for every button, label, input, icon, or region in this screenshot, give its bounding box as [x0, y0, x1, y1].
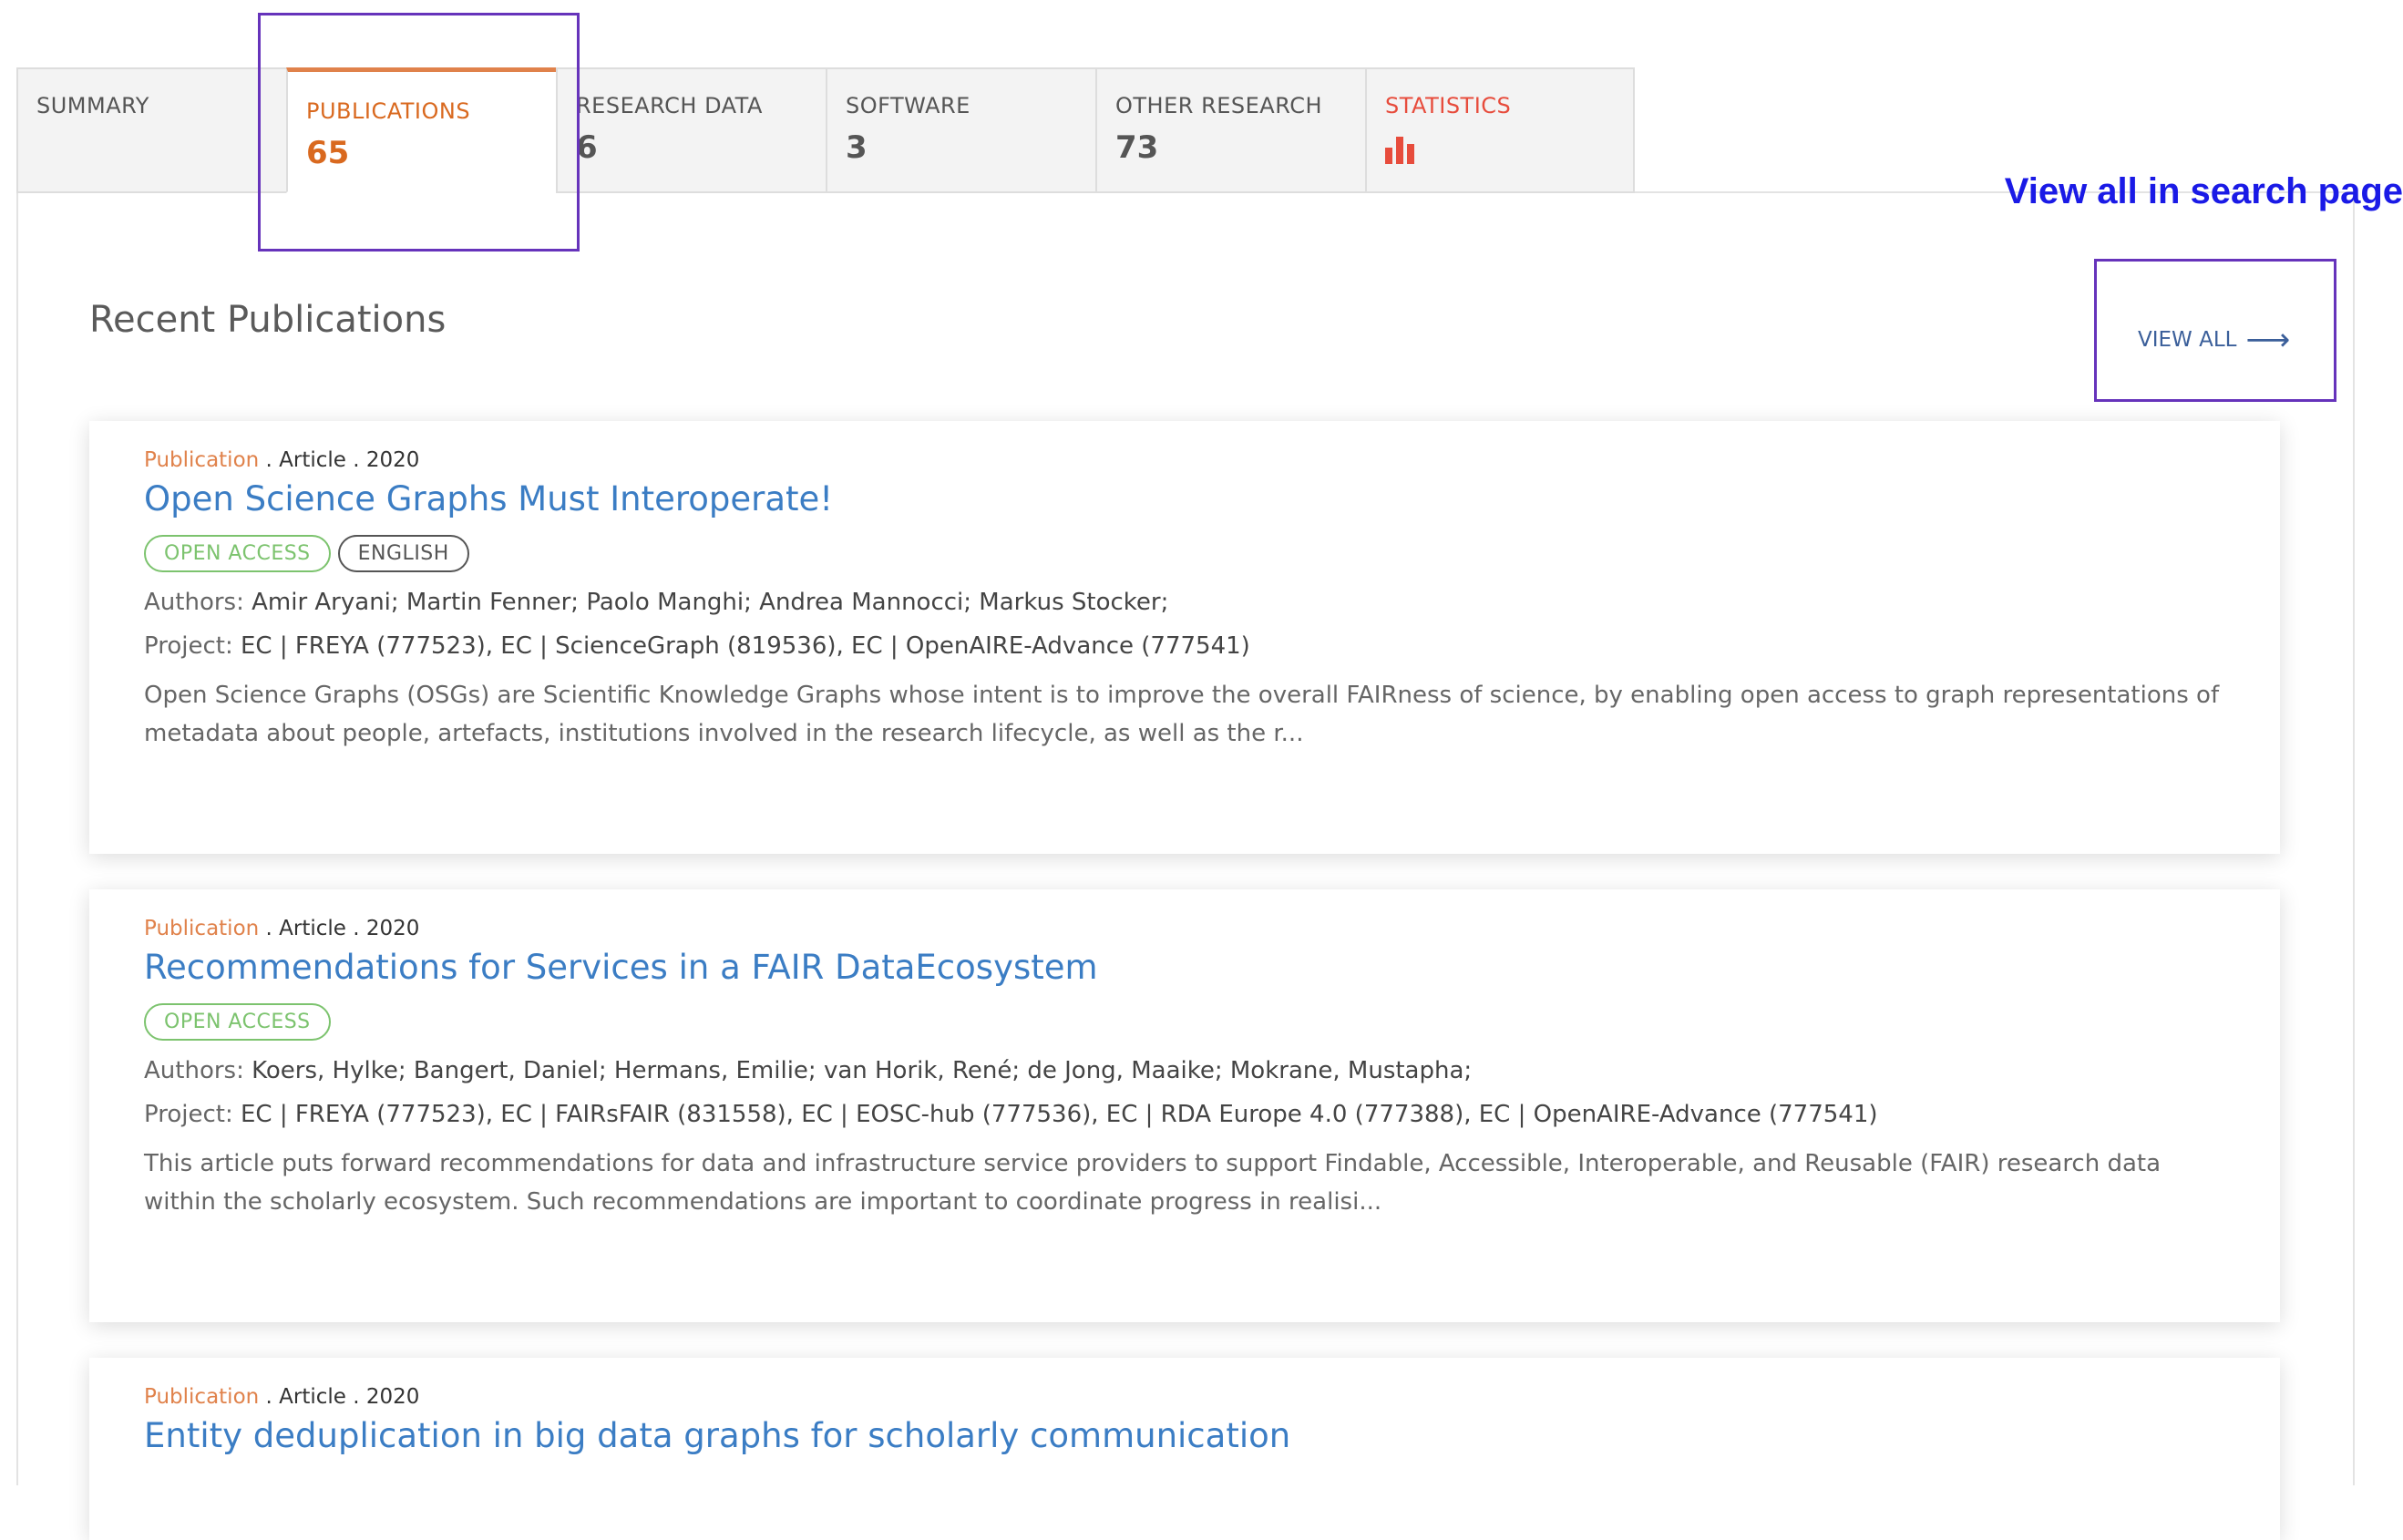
badges: OPEN ACCESS: [144, 1003, 2225, 1041]
tab-research-data[interactable]: RESEARCH DATA 6: [556, 67, 826, 193]
project-label: Project:: [144, 1101, 233, 1128]
open-access-badge: OPEN ACCESS: [144, 535, 331, 572]
project-value: EC | FREYA (777523), EC | ScienceGraph (…: [240, 632, 1250, 660]
result-meta: Publication . Article . 2020: [144, 1385, 2225, 1409]
publications-tab-highlight: [258, 13, 580, 252]
publication-title[interactable]: Open Science Graphs Must Interoperate!: [144, 479, 2225, 518]
section-title: Recent Publications: [89, 299, 447, 342]
arrow-right-icon: ⟶: [2245, 322, 2291, 358]
tab-count: 73: [1115, 129, 1159, 166]
authors-line: Authors: Koers, Hylke; Bangert, Daniel; …: [144, 1057, 2225, 1084]
project-label: Project:: [144, 632, 233, 660]
result-type[interactable]: Publication: [144, 448, 259, 472]
publication-card: Publication . Article . 2020 Entity dedu…: [89, 1358, 2280, 1540]
view-all-label: VIEW ALL: [2138, 328, 2237, 352]
result-meta-text: . Article . 2020: [265, 917, 420, 940]
tab-summary[interactable]: SUMMARY: [16, 67, 286, 193]
tab-count: 6: [576, 129, 598, 166]
tab-label: SOFTWARE: [846, 93, 970, 118]
project-line: Project: EC | FREYA (777523), EC | Scien…: [144, 632, 2225, 660]
open-access-badge: OPEN ACCESS: [144, 1003, 331, 1041]
authors-line: Authors: Amir Aryani; Martin Fenner; Pao…: [144, 589, 2225, 616]
result-meta-text: . Article . 2020: [265, 1385, 420, 1409]
tab-label: RESEARCH DATA: [576, 93, 763, 118]
project-value: EC | FREYA (777523), EC | FAIRsFAIR (831…: [240, 1101, 1878, 1128]
result-type[interactable]: Publication: [144, 1385, 259, 1409]
badges: OPEN ACCESS ENGLISH: [144, 535, 2225, 572]
tab-other-research[interactable]: OTHER RESEARCH 73: [1095, 67, 1365, 193]
tab-label: SUMMARY: [36, 93, 149, 118]
result-type[interactable]: Publication: [144, 917, 259, 940]
result-meta-text: . Article . 2020: [265, 448, 420, 472]
result-meta: Publication . Article . 2020: [144, 917, 2225, 940]
tab-software[interactable]: SOFTWARE 3: [826, 67, 1095, 193]
annotation-view-all: View all in search page: [2004, 171, 2403, 211]
language-badge: ENGLISH: [337, 535, 469, 572]
view-all-link[interactable]: VIEW ALL ⟶: [2138, 322, 2291, 358]
project-line: Project: EC | FREYA (777523), EC | FAIRs…: [144, 1101, 2225, 1128]
publication-title[interactable]: Entity deduplication in big data graphs …: [144, 1416, 2225, 1455]
result-meta: Publication . Article . 2020: [144, 448, 2225, 472]
tab-count: 3: [846, 129, 868, 166]
authors-value: Koers, Hylke; Bangert, Daniel; Hermans, …: [252, 1057, 1473, 1084]
tab-label: OTHER RESEARCH: [1115, 93, 1323, 118]
abstract: This article puts forward recommendation…: [144, 1150, 2162, 1216]
authors-label: Authors:: [144, 589, 244, 616]
authors-label: Authors:: [144, 1057, 244, 1084]
publication-card: Publication . Article . 2020 Recommendat…: [89, 889, 2280, 1322]
authors-value: Amir Aryani; Martin Fenner; Paolo Manghi…: [252, 589, 1169, 616]
publication-title[interactable]: Recommendations for Services in a FAIR D…: [144, 948, 2225, 987]
tab-statistics[interactable]: STATISTICS: [1365, 67, 1635, 193]
abstract: Open Science Graphs (OSGs) are Scientifi…: [144, 682, 2220, 747]
publication-card: Publication . Article . 2020 Open Scienc…: [89, 421, 2280, 854]
tab-label: STATISTICS: [1385, 93, 1512, 118]
bar-chart-icon: [1385, 133, 1615, 164]
